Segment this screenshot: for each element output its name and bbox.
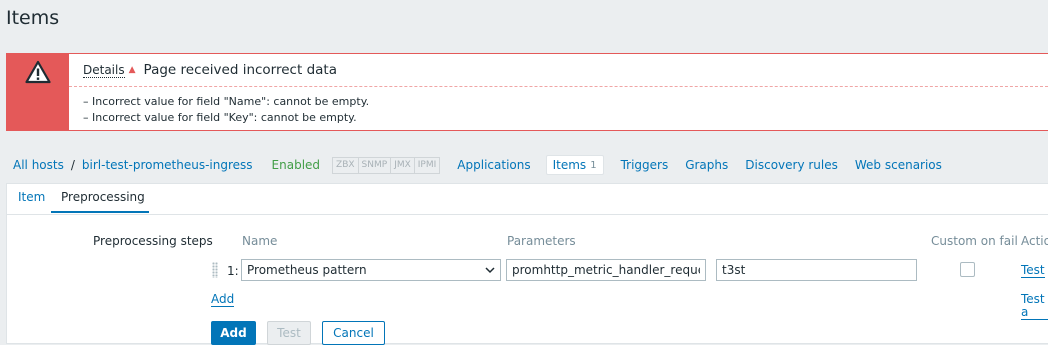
test-button[interactable]: Test	[267, 321, 311, 345]
nav-items-count: 1	[590, 159, 597, 171]
test-all-steps-link[interactable]: Test a	[1021, 293, 1048, 320]
zbx-badge: ZBX	[333, 157, 359, 173]
preprocessing-steps-label: Preprocessing steps	[93, 234, 213, 248]
error-item: – Incorrect value for field "Name": cann…	[83, 95, 370, 108]
warning-icon	[25, 60, 51, 84]
custom-on-fail-checkbox[interactable]	[960, 262, 975, 277]
tab-preprocessing[interactable]: Preprocessing	[61, 190, 145, 204]
snmp-badge: SNMP	[358, 157, 392, 173]
active-tab-indicator	[51, 211, 149, 213]
nav-web-scenarios[interactable]: Web scenarios	[855, 158, 942, 172]
step-type-select[interactable]: Prometheus pattern	[241, 259, 501, 281]
breadcrumb-all-hosts[interactable]: All hosts	[13, 158, 64, 172]
jmx-badge: JMX	[391, 157, 415, 173]
step-test-link[interactable]: Test	[1021, 264, 1045, 278]
column-header-actions: Actio	[1021, 234, 1048, 248]
column-header-name: Name	[242, 234, 278, 248]
error-message-title: Page received incorrect data	[143, 62, 337, 78]
add-step-link[interactable]: Add	[211, 293, 235, 307]
nav-discovery-rules[interactable]: Discovery rules	[745, 158, 838, 172]
tab-item[interactable]: Item	[18, 190, 45, 204]
error-list: – Incorrect value for field "Name": cann…	[83, 94, 369, 126]
breadcrumb-separator: /	[70, 158, 75, 172]
step-number: 1:	[227, 264, 239, 278]
step-parameter-pattern-input[interactable]	[506, 259, 706, 281]
error-message-body: Details ▲ Page received incorrect data –…	[69, 54, 1048, 130]
step-type-value: Prometheus pattern	[247, 263, 367, 277]
nav-items-label: Items	[552, 158, 587, 172]
column-header-parameters: Parameters	[507, 234, 576, 248]
warning-icon-container	[7, 54, 69, 130]
chevron-down-icon	[485, 267, 495, 274]
message-divider	[69, 86, 1048, 87]
drag-handle-icon[interactable]	[212, 262, 218, 278]
cancel-button[interactable]: Cancel	[322, 321, 385, 345]
error-item: – Incorrect value for field "Key": canno…	[83, 111, 357, 124]
column-header-custom-on-fail: Custom on fail	[931, 234, 1018, 248]
page-title: Items	[6, 7, 60, 29]
nav-graphs[interactable]: Graphs	[685, 158, 728, 172]
add-button[interactable]: Add	[211, 321, 256, 345]
form-tabs: Item Preprocessing	[7, 184, 1048, 215]
nav-applications[interactable]: Applications	[457, 158, 530, 172]
availability-indicators: ZBX SNMP JMX IPMI	[332, 156, 441, 174]
nav-items[interactable]: Items 1	[545, 155, 604, 175]
nav-triggers[interactable]: Triggers	[621, 158, 669, 172]
host-navigation: All hosts / birl-test-prometheus-ingress…	[13, 154, 942, 176]
caret-up-icon[interactable]: ▲	[129, 65, 136, 75]
error-message-box: Details ▲ Page received incorrect data –…	[6, 53, 1048, 131]
details-toggle-link[interactable]: Details	[83, 63, 125, 78]
breadcrumb-host[interactable]: birl-test-prometheus-ingress	[82, 158, 253, 172]
ipmi-badge: IPMI	[414, 157, 440, 173]
host-status: Enabled	[271, 158, 321, 172]
step-parameter-value-input[interactable]	[716, 259, 917, 281]
item-form-panel: Item Preprocessing Preprocessing steps N…	[6, 183, 1048, 345]
